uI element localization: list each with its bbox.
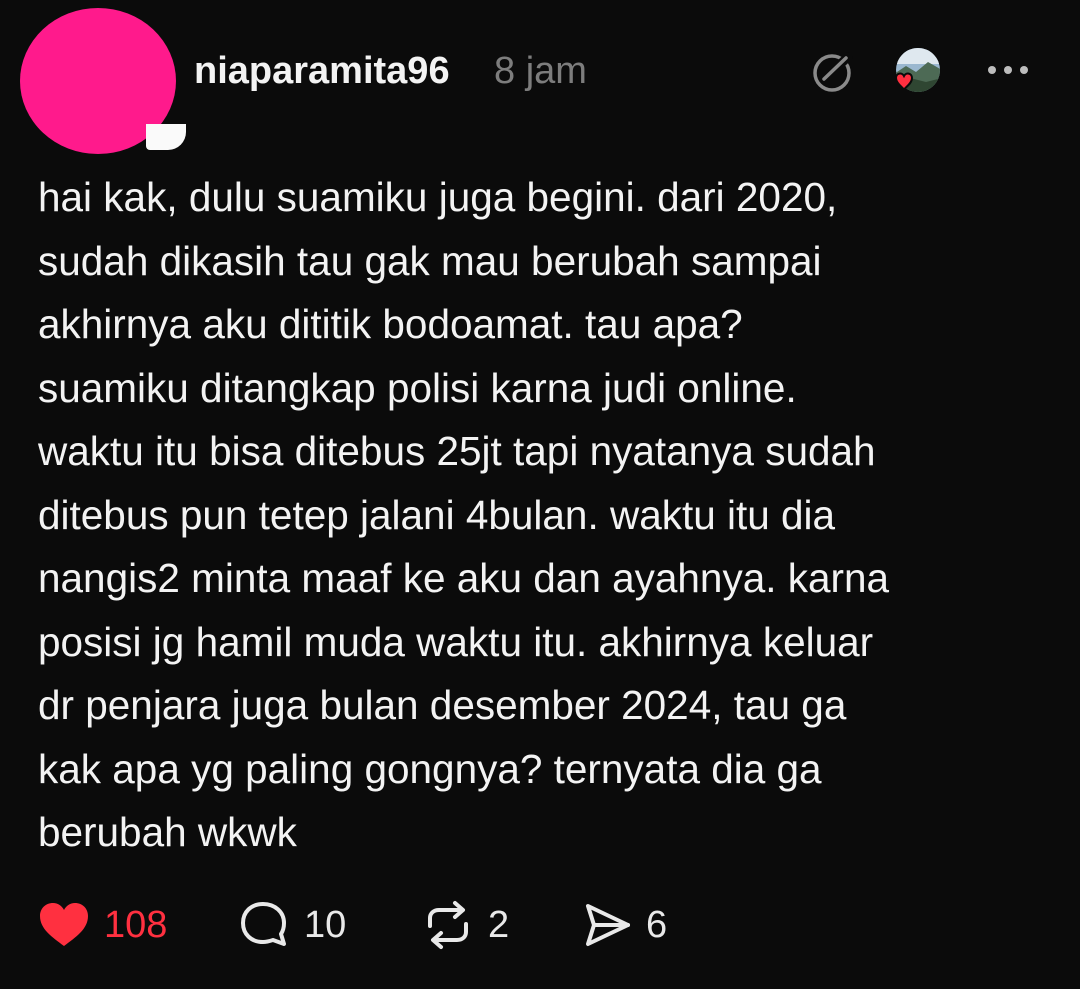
post-body-line: akhirnya aku dititik bodoamat. tau apa? (38, 301, 743, 347)
send-icon (586, 904, 630, 946)
liker-avatar[interactable] (880, 44, 944, 100)
post-actions: 108 10 2 6 (0, 890, 1080, 960)
post-body-line: posisi jg hamil muda waktu itu. akhirnya… (38, 618, 874, 665)
thread-post: niaparamita96 8 jam hai kak, dulu suamik… (0, 0, 1080, 989)
author-avatar[interactable] (20, 8, 186, 154)
edit-circle-icon[interactable] (810, 47, 858, 95)
like-count: 108 (104, 903, 168, 946)
repost-count: 2 (488, 903, 510, 946)
post-body-line: ditebus pun tetep jalani 4bulan. waktu i… (38, 491, 836, 538)
speech-bubble-icon (241, 902, 286, 946)
like-button[interactable]: 108 (38, 890, 167, 960)
follow-badge[interactable] (146, 124, 186, 150)
more-horizontal-icon[interactable] (984, 58, 1032, 82)
post-body-line: suamiku ditangkap polisi karna judi onli… (38, 364, 797, 411)
post-body-line: waktu itu bisa ditebus 25jt tapi nyatany… (38, 428, 876, 474)
repost-button[interactable]: 2 (420, 890, 509, 960)
repost-icon (428, 901, 468, 949)
share-count: 6 (646, 903, 668, 946)
post-body-line: kak apa yg paling gongnya? ternyata dia … (38, 745, 822, 792)
post-body: hai kak, dulu suamiku juga begini. dari … (38, 166, 1038, 865)
post-body-line: sudah dikasih tau gak mau berubah sampai (38, 237, 822, 284)
reply-count: 10 (304, 903, 347, 946)
post-body-line: nangis2 minta maaf ke aku dan ayahnya. k… (38, 555, 890, 601)
reply-button[interactable]: 10 (238, 890, 346, 960)
share-button[interactable]: 6 (582, 890, 667, 960)
post-timestamp: 8 jam (494, 50, 587, 92)
author-username[interactable]: niaparamita96 (194, 50, 450, 93)
post-body-line: hai kak, dulu suamiku juga begini. dari … (38, 174, 838, 220)
heart-filled-icon (40, 903, 88, 946)
post-body-line: berubah wkwk (38, 809, 297, 855)
post-body-line: dr penjara juga bulan desember 2024, tau… (38, 682, 847, 728)
